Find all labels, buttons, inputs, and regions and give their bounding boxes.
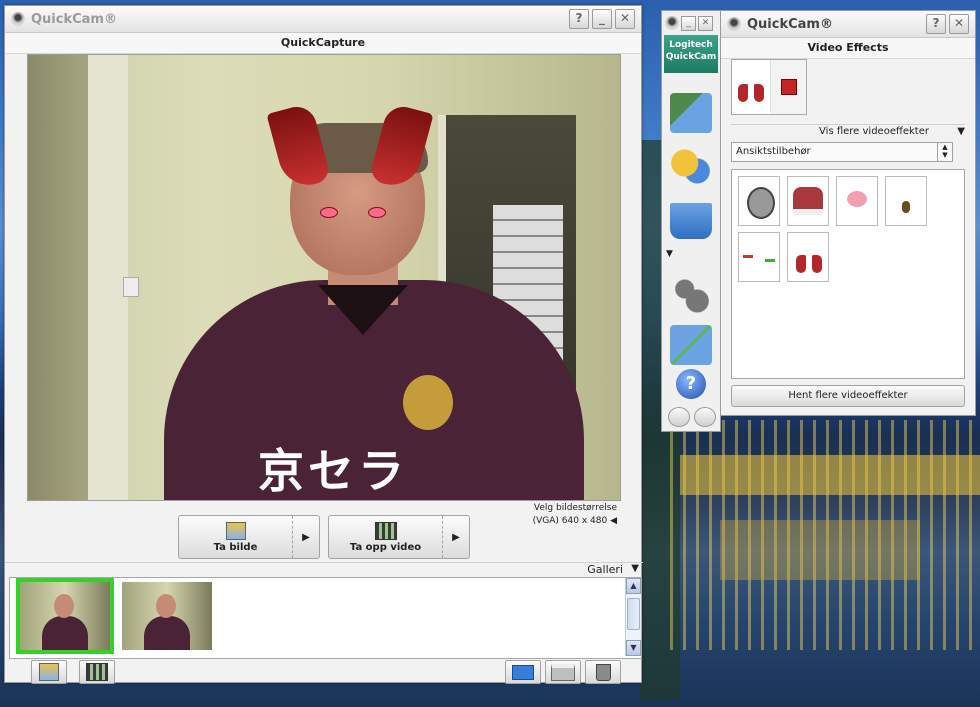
webcam-icon [727, 17, 741, 31]
effect-devil-horns[interactable] [787, 232, 829, 282]
window-controls: ? _ ✕ [569, 9, 635, 29]
take-photo-button[interactable]: Ta bilde ▶ [178, 515, 320, 559]
logitech-brand: Logitech QuickCam [664, 35, 718, 73]
gallery-collapse-arrow[interactable]: ▼ [631, 563, 639, 574]
window-title: QuickCam® [31, 11, 117, 27]
pavilion-lights [680, 455, 980, 495]
effects-title-bar[interactable]: QuickCam® ? ✕ [721, 11, 975, 38]
gallery-panel: ▲ ▼ [9, 577, 642, 659]
select-arrows-icon[interactable]: ▲ ▼ [937, 143, 952, 161]
gallery-thumbnail[interactable] [16, 578, 114, 654]
effect-gas-mask[interactable] [738, 176, 780, 226]
glowing-eye-left [320, 207, 338, 218]
quickcam-toolbar: _ ✕ Logitech QuickCam ▼ ? [661, 10, 721, 432]
effect-pig-nose[interactable] [836, 176, 878, 226]
devil-horn-left [266, 102, 332, 192]
effect-crown[interactable] [787, 176, 829, 226]
horn-icon [812, 255, 822, 273]
effects-help-button[interactable]: ? [926, 14, 946, 34]
gallery-thumbnail[interactable] [122, 582, 212, 650]
glowing-eye-right [368, 207, 386, 218]
settings-gears-icon[interactable] [670, 275, 712, 315]
print-button[interactable] [545, 660, 581, 684]
photo-options-arrow[interactable]: ▶ [292, 516, 319, 558]
shirt-sponsor-text: 京セラ [258, 444, 408, 498]
take-photo-label: Ta bilde [213, 541, 258, 553]
resolution-value: (VGA) 640 x 480 [532, 516, 608, 526]
effect-category-select[interactable]: Ansiktstilbehør ▲ ▼ [731, 142, 953, 162]
scroll-down-arrow[interactable]: ▼ [626, 640, 641, 656]
help-button[interactable]: ? [569, 9, 589, 29]
whiteboard-icon[interactable] [670, 203, 712, 239]
camera-photo-icon [225, 521, 246, 540]
view-photos-button[interactable] [31, 660, 67, 684]
brand-line1: Logitech [669, 40, 713, 50]
horn-icon [754, 84, 764, 102]
resolution-arrow-icon[interactable]: ◀ [610, 516, 617, 526]
horn-icon [796, 255, 806, 273]
delete-button[interactable] [585, 660, 621, 684]
get-more-effects-button[interactable]: Hent flere videoeffekter [731, 385, 965, 407]
view-videos-button[interactable] [79, 660, 115, 684]
printer-icon [551, 663, 575, 681]
toolbar-close-button[interactable]: ✕ [698, 15, 713, 31]
effects-masks-icon[interactable] [670, 147, 712, 187]
close-button[interactable]: ✕ [615, 9, 635, 29]
minimize-button[interactable]: _ [592, 9, 612, 29]
gallery-header[interactable]: Galleri ▼ [5, 562, 643, 577]
title-bar[interactable]: QuickCam® ? _ ✕ [5, 6, 641, 33]
webcam-icon [11, 12, 25, 26]
video-camera-icon[interactable] [694, 407, 716, 427]
collapse-arrow-icon[interactable]: ▼ [666, 249, 673, 259]
gallery-title: Galleri [587, 563, 623, 576]
video-options-arrow[interactable]: ▶ [442, 516, 469, 558]
stop-effect-button[interactable] [771, 60, 806, 114]
photo-filter-icon [39, 663, 59, 681]
quickcam-main-window: QuickCam® ? _ ✕ QuickCapture 京セラ Velg bi… [4, 5, 643, 684]
light-switch [123, 277, 139, 297]
effects-grid [731, 169, 965, 379]
effects-window-controls: ? ✕ [926, 14, 969, 34]
effect-mustache[interactable] [885, 176, 927, 226]
video-filter-icon [86, 663, 108, 681]
more-effects-arrow[interactable]: ▼ [957, 126, 965, 137]
stop-icon [780, 79, 797, 95]
webcam-settings-icon[interactable] [668, 407, 690, 427]
current-effect-preview [731, 59, 807, 115]
video-effects-window: QuickCam® ? ✕ Video Effects Vis flere vi… [720, 10, 976, 416]
trash-icon [595, 663, 611, 681]
scroll-thumb[interactable] [627, 598, 640, 630]
webcam-icon [665, 16, 679, 30]
email-button[interactable] [505, 660, 541, 684]
toolbar-minimize-button[interactable]: _ [681, 15, 696, 31]
toolbar-titlebar[interactable]: _ ✕ [662, 11, 720, 35]
horn-icon [738, 84, 748, 102]
section-title-video-effects: Video Effects [721, 38, 975, 59]
effects-close-button[interactable]: ✕ [949, 14, 969, 34]
lake-lights [720, 520, 920, 580]
devil-horn-right [368, 102, 434, 192]
film-icon [374, 521, 397, 540]
effect-category-value: Ansiktstilbehør [736, 146, 811, 157]
section-title-quickcapture: QuickCapture [5, 33, 641, 54]
email-icon [512, 664, 534, 680]
door [88, 55, 128, 500]
resolution-selector[interactable]: Velg bildestørrelse (VGA) 640 x 480 ◀ [533, 502, 617, 528]
record-video-button[interactable]: Ta opp video ▶ [328, 515, 470, 559]
brand-line2: QuickCam [665, 52, 717, 62]
effect-glowing-eyes[interactable] [738, 232, 780, 282]
current-effect-horns[interactable] [732, 60, 771, 112]
resolution-label: Velg bildestørrelse [533, 503, 617, 513]
scroll-up-arrow[interactable]: ▲ [626, 578, 641, 594]
more-effects-label: Vis flere videoeffekter [819, 126, 929, 137]
effects-window-title: QuickCam® [747, 16, 833, 32]
more-effects-toggle[interactable]: Vis flere videoeffekter ▼ [731, 124, 965, 137]
video-call-icon[interactable] [670, 325, 712, 365]
help-icon[interactable]: ? [676, 369, 706, 399]
gallery-scrollbar[interactable]: ▲ ▼ [625, 578, 641, 656]
capture-icon[interactable] [670, 93, 712, 133]
record-video-label: Ta opp video [349, 541, 422, 553]
shirt-crest [403, 375, 453, 430]
webcam-preview: 京セラ [27, 54, 621, 501]
